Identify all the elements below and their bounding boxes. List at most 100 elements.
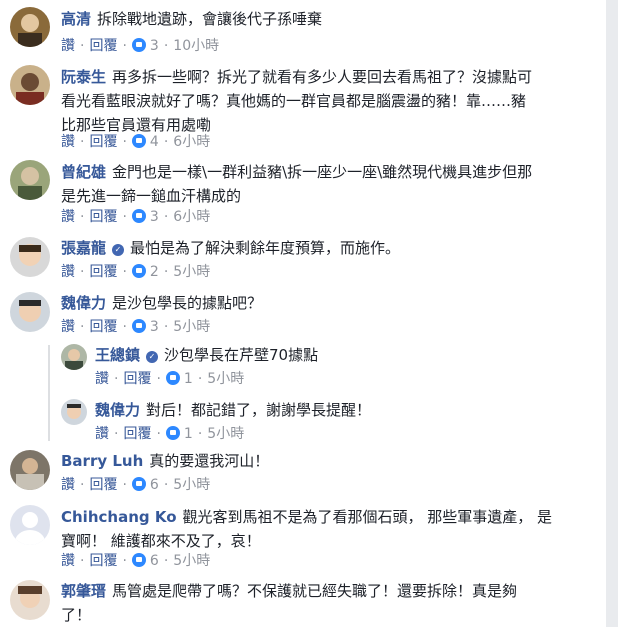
comment-actions: 讚 · 回覆 · 2 · 5小時 xyxy=(61,264,211,280)
like-button[interactable]: 讚 xyxy=(95,371,109,387)
comment-actions: 讚 · 回覆 · 6 · 5小時 xyxy=(61,477,211,493)
like-count[interactable]: 2 xyxy=(150,264,159,280)
reply-button[interactable]: 回覆 xyxy=(89,134,117,150)
like-button[interactable]: 讚 xyxy=(61,38,75,54)
comment-text: 寶啊！ 維護都來不及了，哀！ xyxy=(61,532,261,550)
avatar[interactable] xyxy=(10,7,50,47)
avatar[interactable] xyxy=(10,237,50,277)
reply-body: 王總鎮 ✓ 沙包學長在芹壁70據點 xyxy=(95,343,318,367)
commenter-name[interactable]: 魏偉力 xyxy=(95,401,140,419)
comment-actions: 讚 · 回覆 · 1 · 5小時 xyxy=(95,371,245,387)
like-icon xyxy=(131,209,146,223)
like-icon xyxy=(131,264,146,278)
timestamp[interactable]: 5小時 xyxy=(207,371,244,387)
avatar[interactable] xyxy=(10,65,50,105)
like-count[interactable]: 4 xyxy=(150,134,159,150)
like-button[interactable]: 讚 xyxy=(61,264,75,280)
like-button[interactable]: 讚 xyxy=(95,426,109,442)
comment-body: 張嘉龍 ✓ 最怕是為了解決剩餘年度預算，而施作。 xyxy=(61,236,400,260)
reply-button[interactable]: 回覆 xyxy=(89,477,117,493)
avatar[interactable] xyxy=(10,450,50,490)
like-button[interactable]: 讚 xyxy=(61,134,75,150)
like-icon xyxy=(131,553,146,567)
timestamp[interactable]: 5小時 xyxy=(173,319,210,335)
commenter-name[interactable]: 魏偉力 xyxy=(61,294,106,312)
timestamp[interactable]: 5小時 xyxy=(173,264,210,280)
like-button[interactable]: 讚 xyxy=(61,319,75,335)
reply-button[interactable]: 回覆 xyxy=(123,426,151,442)
comment-body: 魏偉力 是沙包學長的據點吧？ xyxy=(61,291,262,315)
reply-thread-line xyxy=(48,345,50,441)
reply-button[interactable]: 回覆 xyxy=(123,371,151,387)
timestamp[interactable]: 10小時 xyxy=(173,38,219,54)
verified-badge-icon: ✓ xyxy=(146,351,159,363)
comment-body: 阮泰生 再多拆一些啊？拆光了就看有多少人要回去看馬祖了？沒據點可 看光看藍眼淚就好… xyxy=(61,65,532,137)
like-count[interactable]: 3 xyxy=(150,38,159,54)
like-icon xyxy=(131,38,146,52)
like-button[interactable]: 讚 xyxy=(61,553,75,569)
like-count[interactable]: 1 xyxy=(184,371,193,387)
like-button[interactable]: 讚 xyxy=(61,209,75,225)
like-button[interactable]: 讚 xyxy=(61,477,75,493)
avatar[interactable] xyxy=(10,580,50,620)
comment-text: 再多拆一些啊？拆光了就看有多少人要回去看馬祖了？沒據點可 xyxy=(112,68,533,86)
commenter-name[interactable]: 高清 xyxy=(61,10,91,28)
reply-body: 魏偉力 對后！都記錯了，謝謝學長提醒！ xyxy=(95,398,371,422)
comment-actions: 讚 · 回覆 · 6 · 5小時 xyxy=(61,553,211,569)
comment-text: 馬管處是爬帶了嗎？不保護就已經失職了！還要拆除！真是夠 xyxy=(112,582,518,600)
comment-text: 觀光客到馬祖不是為了看那個石頭， 那些軍事遺產， 是 xyxy=(182,508,553,526)
comment-text: 拆除戰地遺跡，會讓後代子孫唾棄 xyxy=(97,10,323,28)
commenter-name[interactable]: Chihchang Ko xyxy=(61,508,177,526)
reply-button[interactable]: 回覆 xyxy=(89,38,117,54)
like-count[interactable]: 3 xyxy=(150,209,159,225)
comment-text: 最怕是為了解決剩餘年度預算，而施作。 xyxy=(130,239,401,257)
verified-badge-icon: ✓ xyxy=(112,244,125,256)
comment-body: 曾紀雄 金門也是一樣\一群利益豬\拆一座少一座\雖然現代機具進步但那 是先進一鍗一… xyxy=(61,160,532,208)
comment-actions: 讚 · 回覆 · 3 · 10小時 xyxy=(61,38,220,54)
reply-button[interactable]: 回覆 xyxy=(89,553,117,569)
commenter-name[interactable]: 王總鎮 xyxy=(95,346,140,364)
reply-button[interactable]: 回覆 xyxy=(89,209,117,225)
commenter-name[interactable]: 阮泰生 xyxy=(61,68,106,86)
comment-actions: 讚 · 回覆 · 3 · 5小時 xyxy=(61,319,211,335)
comment-body: Barry Luh 真的要還我河山！ xyxy=(61,449,269,473)
timestamp[interactable]: 6小時 xyxy=(173,209,210,225)
commenter-name[interactable]: 郭肇瑨 xyxy=(61,582,106,600)
commenter-name[interactable]: 曾紀雄 xyxy=(61,163,106,181)
scrollbar-track[interactable] xyxy=(606,0,618,627)
comment-actions: 讚 · 回覆 · 4 · 6小時 xyxy=(61,134,211,150)
comment-text: 看光看藍眼淚就好了嗎？真他媽的一群官員都是腦震盪的豬！靠……豬 xyxy=(61,92,527,110)
like-count[interactable]: 3 xyxy=(150,319,159,335)
like-icon xyxy=(165,426,180,440)
comment-body: 高清 拆除戰地遺跡，會讓後代子孫唾棄 xyxy=(61,7,322,31)
avatar-placeholder[interactable] xyxy=(10,505,50,545)
timestamp[interactable]: 5小時 xyxy=(173,553,210,569)
timestamp[interactable]: 5小時 xyxy=(173,477,210,493)
commenter-name[interactable]: 張嘉龍 xyxy=(61,239,106,257)
comment-actions: 讚 · 回覆 · 3 · 6小時 xyxy=(61,209,211,225)
comment-body: Chihchang Ko 觀光客到馬祖不是為了看那個石頭， 那些軍事遺產， 是 寶… xyxy=(61,505,552,553)
reply-button[interactable]: 回覆 xyxy=(89,319,117,335)
comment-body: 郭肇瑨 馬管處是爬帶了嗎？不保護就已經失職了！還要拆除！真是夠 了！ xyxy=(61,579,517,627)
comment-actions: 讚 · 回覆 · 1 · 5小時 xyxy=(95,426,245,442)
comment-text: 沙包學長在芹壁70據點 xyxy=(164,346,319,364)
like-count[interactable]: 6 xyxy=(150,477,159,493)
comment-text: 對后！都記錯了，謝謝學長提醒！ xyxy=(146,401,372,419)
avatar[interactable] xyxy=(61,344,87,370)
like-count[interactable]: 1 xyxy=(184,426,193,442)
like-icon xyxy=(131,319,146,333)
timestamp[interactable]: 6小時 xyxy=(173,134,210,150)
avatar[interactable] xyxy=(61,399,87,425)
like-count[interactable]: 6 xyxy=(150,553,159,569)
like-icon xyxy=(131,134,146,148)
avatar[interactable] xyxy=(10,160,50,200)
avatar[interactable] xyxy=(10,292,50,332)
timestamp[interactable]: 5小時 xyxy=(207,426,244,442)
reply-button[interactable]: 回覆 xyxy=(89,264,117,280)
comment-text: 是先進一鍗一鎚血汗構成的 xyxy=(61,187,242,205)
like-icon xyxy=(131,477,146,491)
commenter-name[interactable]: Barry Luh xyxy=(61,452,143,470)
comment-text: 金門也是一樣\一群利益豬\拆一座少一座\雖然現代機具進步但那 xyxy=(112,163,533,181)
comment-text: 了！ xyxy=(61,606,92,624)
like-icon xyxy=(165,371,180,385)
